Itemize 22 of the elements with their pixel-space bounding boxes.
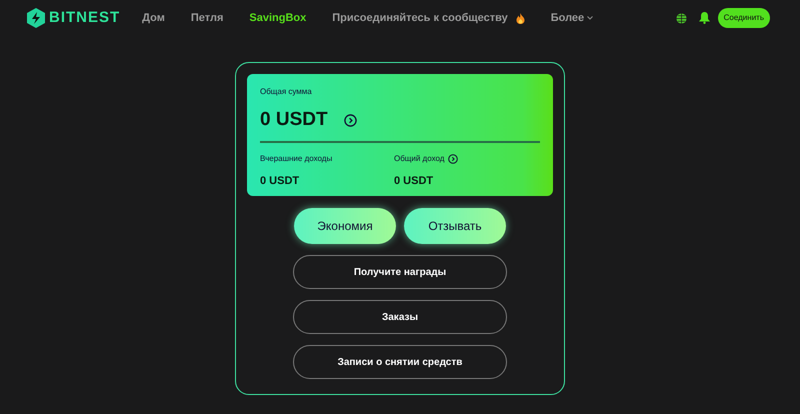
menu-button[interactable]: Записи о снятии средств (293, 345, 507, 379)
connect-button[interactable]: Соединить (718, 8, 770, 28)
bell-icon[interactable] (698, 12, 710, 24)
balance-value: 0 USDT (260, 108, 328, 132)
menu-button[interactable]: Получите награды (293, 255, 507, 289)
nav-link[interactable]: Петля (190, 10, 224, 26)
nav-link[interactable]: Более (550, 10, 584, 26)
nav-link[interactable]: Присоединяйтесь к сообществу (332, 10, 508, 26)
nav-link[interactable]: Дом (142, 10, 165, 26)
yesterday-label: Вчерашние доходы (260, 152, 334, 164)
nav-link[interactable]: SavingBox (249, 10, 306, 26)
menu-button[interactable]: Заказы (293, 300, 507, 334)
total-value: 0 USDT (394, 174, 434, 188)
globe-icon[interactable] (676, 12, 687, 24)
brand-name[interactable]: BITNEST (49, 6, 120, 30)
total-label: Общий доход (394, 152, 444, 164)
logo-icon (27, 8, 45, 28)
balance-label: Общая сумма (260, 86, 313, 98)
yesterday-value: 0 USDT (260, 174, 300, 188)
action-button[interactable]: Экономия (294, 208, 396, 244)
caret-icon[interactable] (587, 16, 594, 20)
action-button[interactable]: Отзывать (404, 208, 506, 244)
